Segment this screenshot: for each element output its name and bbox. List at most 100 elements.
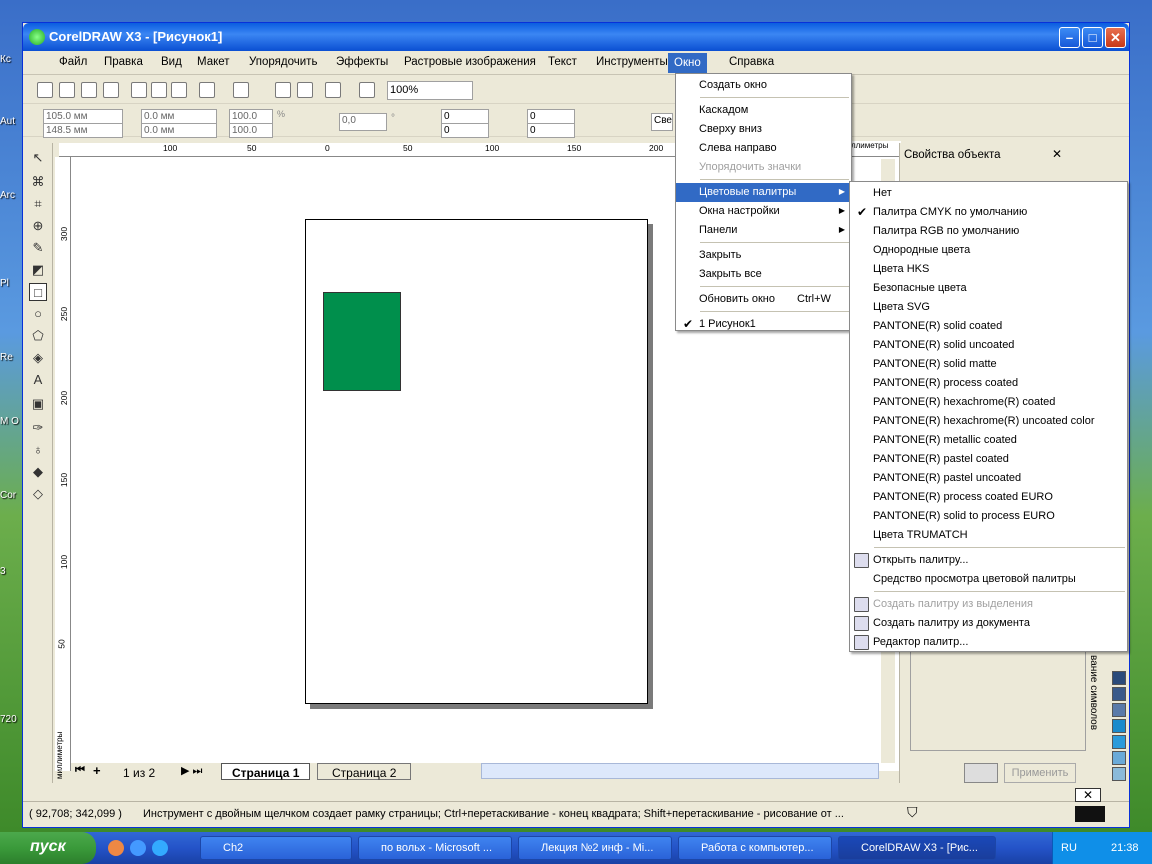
taskbar-button[interactable]: Работа с компьютер... (678, 836, 832, 860)
menu-item[interactable]: Сверху вниз (676, 120, 851, 139)
x-field[interactable]: 105.0 мм (43, 109, 123, 124)
zoom-select[interactable]: 100% (387, 81, 473, 100)
menu-2[interactable]: Вид (161, 56, 182, 68)
corner3-field[interactable]: 0 (527, 109, 575, 124)
menu-9[interactable]: Окно (668, 53, 707, 73)
docker-close-icon[interactable]: ✕ (1052, 147, 1062, 161)
vertical-ruler[interactable]: 300 250 200 150 100 50 (55, 157, 71, 771)
menu-8[interactable]: Инструменты (596, 56, 668, 68)
palette-swatch[interactable] (1112, 735, 1126, 749)
desktop-icon-label[interactable]: M O (0, 416, 22, 427)
app-launcher-icon[interactable] (325, 82, 341, 98)
menu-item[interactable]: PANTONE(R) process coated EURO (850, 488, 1127, 507)
desktop-icon-label[interactable]: Cor (0, 490, 22, 501)
rectangle-tool-icon[interactable]: □ (29, 283, 47, 301)
desktop-icon-label[interactable]: Aut (0, 116, 22, 127)
menu-item[interactable]: Цвета SVG (850, 298, 1127, 317)
menu-item[interactable]: PANTONE(R) hexachrome(R) coated (850, 393, 1127, 412)
paste-icon[interactable] (171, 82, 187, 98)
palette-swatch[interactable] (1112, 767, 1126, 781)
lock-icon[interactable] (964, 763, 998, 783)
smart-fill-icon[interactable]: ◩ (29, 261, 47, 279)
menu-item[interactable]: Средство просмотра цветовой палитры (850, 570, 1127, 589)
text-tool-icon[interactable]: A (29, 371, 47, 389)
menu-item[interactable]: Цвета HKS (850, 260, 1127, 279)
docker-vertical-tab[interactable]: вание символов (1083, 655, 1099, 755)
menu-item[interactable]: 1 Рисунок1 ✔ (676, 315, 851, 334)
palette-swatch[interactable] (1112, 719, 1126, 733)
menu-item[interactable]: Нет (850, 184, 1127, 203)
start-button[interactable]: пуск (0, 832, 96, 864)
palette-swatch[interactable] (1112, 703, 1126, 717)
corner2-field[interactable]: 0 (441, 123, 489, 138)
new-icon[interactable] (37, 82, 53, 98)
menu-item[interactable]: PANTONE(R) solid to process EURO (850, 507, 1127, 526)
taskbar-button[interactable]: Лекция №2 инф - Mi... (518, 836, 672, 860)
menu-item[interactable]: PANTONE(R) solid matte (850, 355, 1127, 374)
zoom-tool-icon[interactable]: ⊕ (29, 217, 47, 235)
language-indicator[interactable]: RU (1061, 842, 1077, 854)
menu-item[interactable]: Каскадом (676, 101, 851, 120)
menu-item[interactable]: Панели ▶ (676, 221, 851, 240)
palette-swatch[interactable] (1112, 687, 1126, 701)
desktop-icon-label[interactable]: Arc (0, 190, 22, 201)
copy-icon[interactable] (151, 82, 167, 98)
menu-item[interactable]: Открыть палитру... (850, 551, 1127, 570)
menu-item[interactable]: Однородные цвета (850, 241, 1127, 260)
blend-tool-icon[interactable]: ▣ (29, 395, 47, 413)
menu-item[interactable]: PANTONE(R) metallic coated (850, 431, 1127, 450)
eyedropper-tool-icon[interactable]: ✑ (29, 419, 47, 437)
menu-4[interactable]: Упорядочить (249, 56, 317, 68)
menu-3[interactable]: Макет (197, 56, 230, 68)
corner4-field[interactable]: 0 (527, 123, 575, 138)
menu-item[interactable]: Закрыть (676, 246, 851, 265)
close-button[interactable]: ✕ (1105, 27, 1126, 48)
menu-item[interactable]: PANTONE(R) pastel coated (850, 450, 1127, 469)
corner1-field[interactable]: 0 (441, 109, 489, 124)
menu-1[interactable]: Правка (104, 56, 143, 68)
menu-item[interactable]: Слева направо (676, 139, 851, 158)
menu-10[interactable]: Справка (729, 56, 774, 68)
cut-icon[interactable] (131, 82, 147, 98)
menu-item[interactable]: Окна настройки ▶ (676, 202, 851, 221)
export-icon[interactable] (297, 82, 313, 98)
basic-shapes-icon[interactable]: ◈ (29, 349, 47, 367)
tab-page-1[interactable]: Страница 1 (221, 763, 311, 780)
desktop-icon-label[interactable]: Re (0, 352, 22, 363)
menu-item[interactable]: Редактор палитр... (850, 633, 1127, 652)
menu-item[interactable]: Закрыть все (676, 265, 851, 284)
menu-item[interactable]: Создать окно (676, 76, 851, 95)
welcome-icon[interactable] (359, 82, 375, 98)
pick-tool-icon[interactable]: ↖ (29, 149, 47, 167)
menu-item[interactable]: Обновить окно Ctrl+W (676, 290, 851, 309)
polygon-tool-icon[interactable]: ⬠ (29, 327, 47, 345)
menu-6[interactable]: Растровые изображения (404, 56, 536, 68)
scale-x-field[interactable]: 100.0 (229, 109, 273, 124)
menu-0[interactable]: Файл (59, 56, 87, 68)
menu-item[interactable]: Палитра CMYK по умолчанию ✔ (850, 203, 1127, 222)
green-rectangle[interactable] (323, 292, 401, 391)
tab-page-2[interactable]: Страница 2 (317, 763, 412, 780)
apply-button[interactable]: Применить (1004, 763, 1076, 783)
shape-tool-icon[interactable]: ⌘ (29, 173, 47, 191)
undo-icon[interactable] (199, 82, 215, 98)
menu-item[interactable]: Создать палитру из документа (850, 614, 1127, 633)
import-icon[interactable] (275, 82, 291, 98)
font-field[interactable]: Све (651, 113, 673, 131)
menu-item[interactable]: Палитра RGB по умолчанию (850, 222, 1127, 241)
menu-item[interactable]: Цветовые палитры ▶ (676, 183, 851, 202)
fill-tool-icon[interactable]: ◆ (29, 463, 47, 481)
print-icon[interactable] (103, 82, 119, 98)
desktop-icon-label[interactable]: 3 (0, 566, 22, 577)
menu-item[interactable]: PANTONE(R) hexachrome(R) uncoated color (850, 412, 1127, 431)
width-field[interactable]: 0.0 мм (141, 109, 217, 124)
menu-item[interactable]: Безопасные цвета (850, 279, 1127, 298)
y-field[interactable]: 148.5 мм (43, 123, 123, 138)
quick-launch-icon[interactable] (130, 840, 146, 856)
interactive-fill-icon[interactable]: ◇ (29, 485, 47, 503)
angle-field[interactable]: 0,0 (339, 113, 387, 131)
first-page-button[interactable]: ⏮ (75, 764, 85, 777)
height-field[interactable]: 0.0 мм (141, 123, 217, 138)
taskbar-button[interactable]: Ch2 (200, 836, 352, 860)
menu-item[interactable]: PANTONE(R) pastel uncoated (850, 469, 1127, 488)
